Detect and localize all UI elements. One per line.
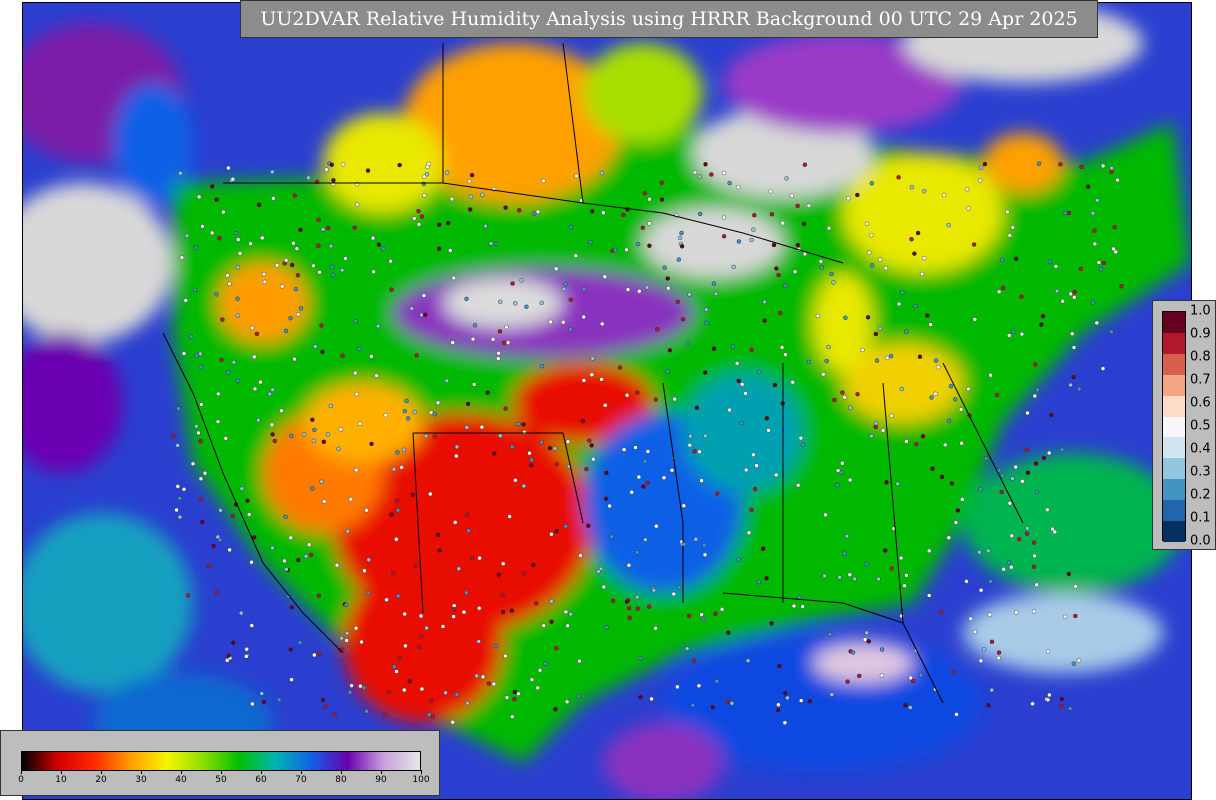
humidity-tick-mark xyxy=(221,770,222,774)
humidity-tick-label: 20 xyxy=(95,775,107,785)
observation-tick-label: 0.7 xyxy=(1190,372,1211,388)
humidity-map xyxy=(22,2,1192,800)
humidity-colorbar-strip xyxy=(21,751,421,771)
humidity-colorbar: 0 10 20 30 40 50 60 70 80 90 100 xyxy=(0,730,440,796)
observation-color-segment xyxy=(1163,353,1185,376)
observation-color-segment xyxy=(1163,500,1185,522)
humidity-tick-mark xyxy=(181,770,182,774)
observation-colorbar: 1.0 0.9 0.8 0.7 0.6 0.5 0.4 0.3 0.2 0.1 0.0 xyxy=(1152,300,1216,550)
observation-tick-label: 0.3 xyxy=(1190,464,1211,480)
observation-tick-label: 0.1 xyxy=(1190,510,1211,526)
humidity-tick-label: 50 xyxy=(215,775,227,785)
humidity-tick-mark xyxy=(21,770,22,774)
humidity-tick-label: 100 xyxy=(412,775,430,785)
observation-colorbar-strip xyxy=(1162,311,1186,543)
observation-color-segment xyxy=(1163,521,1185,543)
observation-color-segment xyxy=(1163,416,1185,438)
humidity-tick-mark xyxy=(381,770,382,774)
humidity-tick-label: 80 xyxy=(335,775,347,785)
humidity-tick-label: 60 xyxy=(255,775,267,785)
observation-tick-label: 0.2 xyxy=(1190,487,1211,503)
observation-color-segment xyxy=(1163,479,1185,501)
observation-tick-label: 0.5 xyxy=(1190,418,1211,434)
observation-tick-label: 0.9 xyxy=(1190,326,1211,342)
observation-tick-label: 0.0 xyxy=(1190,533,1211,549)
observation-color-segment xyxy=(1163,312,1185,334)
humidity-tick-label: 90 xyxy=(375,775,387,785)
observation-color-segment xyxy=(1163,437,1185,459)
observation-tick-label: 0.6 xyxy=(1190,395,1211,411)
observation-tick-label: 0.4 xyxy=(1190,441,1211,457)
humidity-tick-mark xyxy=(61,770,62,774)
humidity-tick-label: 30 xyxy=(135,775,147,785)
map-title: UU2DVAR Relative Humidity Analysis using… xyxy=(260,8,1078,30)
observation-tick-label: 0.8 xyxy=(1190,349,1211,365)
title-banner: UU2DVAR Relative Humidity Analysis using… xyxy=(240,0,1098,38)
observation-color-segment xyxy=(1163,374,1185,397)
humidity-tick-label: 0 xyxy=(18,775,24,785)
humidity-tick-mark xyxy=(341,770,342,774)
humidity-tick-mark xyxy=(421,770,422,774)
observation-tick-label: 1.0 xyxy=(1190,303,1211,319)
humidity-tick-label: 40 xyxy=(175,775,187,785)
humidity-tick-mark xyxy=(301,770,302,774)
humidity-tick-label: 10 xyxy=(55,775,67,785)
observation-color-segment xyxy=(1163,332,1185,355)
map-canvas xyxy=(23,3,1191,799)
observation-color-segment xyxy=(1163,395,1185,418)
observation-color-segment xyxy=(1163,458,1185,480)
humidity-tick-mark xyxy=(141,770,142,774)
humidity-tick-mark xyxy=(101,770,102,774)
humidity-tick-label: 70 xyxy=(295,775,307,785)
humidity-tick-mark xyxy=(261,770,262,774)
